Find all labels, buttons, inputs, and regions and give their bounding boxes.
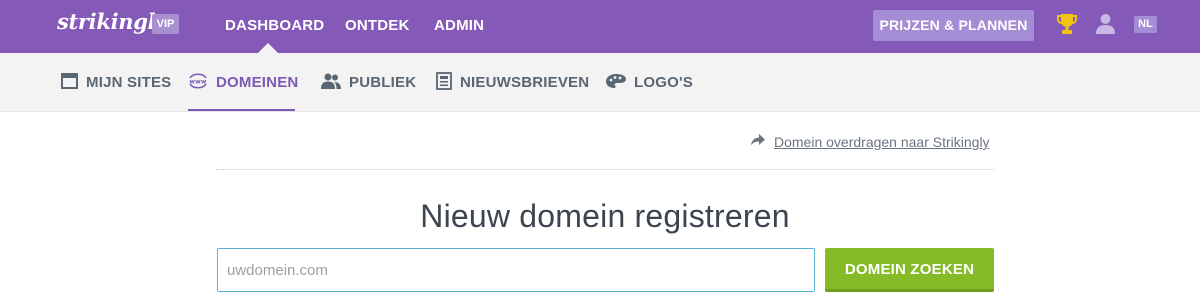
language-selector[interactable]: NL	[1134, 16, 1157, 33]
subnav-item-publiek[interactable]: PUBLIEK	[321, 53, 416, 112]
browser-window-icon	[61, 72, 78, 93]
trophy-icon[interactable]	[1057, 13, 1077, 35]
nav-dashboard[interactable]: DASHBOARD	[225, 17, 324, 34]
active-tab-underline	[188, 109, 295, 111]
newsletter-icon	[436, 71, 452, 94]
svg-text:www: www	[189, 78, 206, 85]
vip-badge: VIP	[152, 14, 179, 34]
strikingly-logo[interactable]: strikingly	[57, 9, 168, 34]
subnav-label: PUBLIEK	[349, 74, 417, 91]
palette-icon	[606, 73, 626, 93]
user-icon[interactable]	[1095, 13, 1116, 34]
pricing-plans-button[interactable]: PRIJZEN & PLANNEN	[873, 10, 1034, 41]
subnav-label: NIEUWSBRIEVEN	[460, 74, 590, 91]
domain-search-input[interactable]	[217, 248, 815, 292]
nav-admin[interactable]: ADMIN	[434, 17, 484, 34]
divider	[216, 169, 994, 170]
subnav-label: DOMEINEN	[216, 74, 299, 91]
subnav-item-logos[interactable]: LOGO'S	[606, 53, 693, 112]
subnav-label: MIJN SITES	[86, 74, 172, 91]
people-icon	[321, 73, 341, 93]
subnav-item-nieuwsbrieven[interactable]: NIEUWSBRIEVEN	[436, 53, 589, 112]
search-domain-button[interactable]: DOMEIN ZOEKEN	[825, 248, 994, 292]
transfer-domain-link[interactable]: Domein overdragen naar Strikingly	[774, 134, 990, 150]
subnav-item-mijn-sites[interactable]: MIJN SITES	[61, 53, 171, 112]
share-arrow-icon	[751, 133, 765, 151]
subnav-item-domeinen[interactable]: www DOMEINEN	[188, 53, 298, 112]
active-nav-caret	[258, 43, 278, 53]
www-icon: www	[188, 72, 208, 93]
transfer-domain[interactable]: Domein overdragen naar Strikingly	[751, 133, 990, 151]
subnav-label: LOGO'S	[634, 74, 693, 91]
page-title: Nieuw domein registreren	[420, 198, 790, 234]
top-bar: strikingly VIP DASHBOARD ONTDEK ADMIN PR…	[0, 0, 1200, 53]
sub-navigation: MIJN SITES www DOMEINEN PUBLIEK NIEUWSBR…	[0, 53, 1200, 112]
nav-ontdek[interactable]: ONTDEK	[345, 17, 410, 34]
